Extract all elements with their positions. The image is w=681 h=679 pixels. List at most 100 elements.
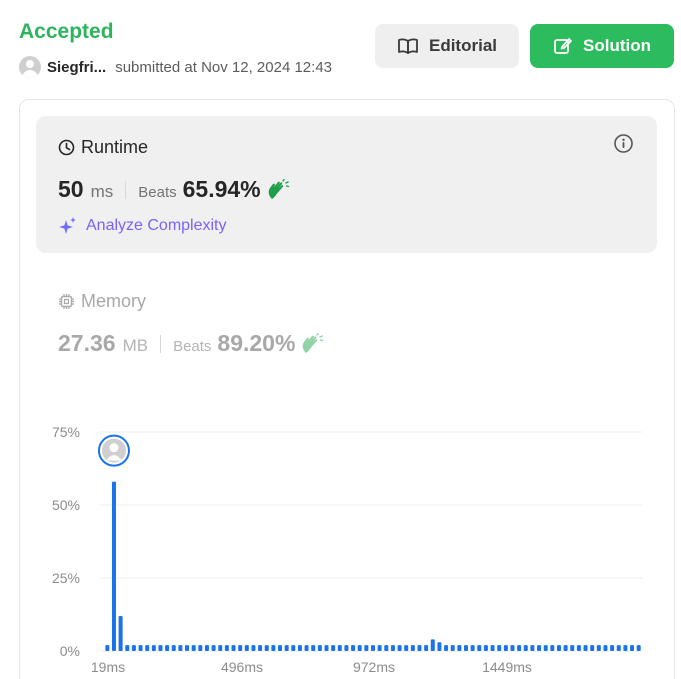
chart-bar[interactable] (384, 645, 389, 651)
info-icon[interactable] (613, 133, 634, 154)
chart-bar[interactable] (204, 645, 209, 651)
chart-bar[interactable] (556, 645, 561, 651)
runtime-distribution-chart[interactable]: 75% 50% 25% 0% 19ms 496ms 972ms 1449ms (0, 400, 681, 679)
book-icon (398, 38, 418, 54)
chart-bar[interactable] (377, 645, 382, 651)
submitted-time: submitted at Nov 12, 2024 12:43 (115, 58, 332, 76)
chart-bar[interactable] (503, 645, 508, 651)
chart-bar[interactable] (271, 645, 276, 651)
chart-bar[interactable] (317, 645, 322, 651)
chart-bar[interactable] (490, 645, 495, 651)
chart-bar[interactable] (404, 645, 409, 651)
chart-bar[interactable] (171, 645, 176, 651)
chart-bar[interactable] (105, 645, 110, 651)
analyze-complexity-link[interactable]: Analyze Complexity (58, 216, 227, 236)
chart-bar[interactable] (131, 645, 136, 651)
your-submission-avatar[interactable] (97, 434, 130, 467)
chart-bar[interactable] (244, 645, 249, 651)
chart-bar[interactable] (636, 645, 641, 651)
chart-bar[interactable] (583, 645, 588, 651)
chart-bar[interactable] (630, 645, 635, 651)
chart-bar[interactable] (616, 645, 621, 651)
chart-bar[interactable] (211, 645, 216, 651)
memory-label: Memory (81, 291, 147, 311)
user-avatar[interactable] (19, 56, 41, 78)
chart-bar[interactable] (191, 645, 196, 651)
chart-bar[interactable] (550, 645, 555, 651)
chart-bar[interactable] (118, 615, 123, 651)
chart-bar[interactable] (610, 645, 615, 651)
chart-bar[interactable] (570, 645, 575, 651)
chart-bar[interactable] (410, 645, 415, 651)
chart-bar[interactable] (371, 645, 375, 651)
chart-bar[interactable] (537, 645, 542, 651)
chart-bar[interactable] (523, 645, 528, 651)
chart-bar[interactable] (111, 481, 116, 651)
chart-bar[interactable] (437, 642, 442, 651)
chart-bar[interactable] (424, 645, 429, 651)
chart-bar[interactable] (590, 645, 595, 651)
chart-bar[interactable] (198, 645, 203, 651)
username-link[interactable]: Siegfri... (47, 59, 106, 76)
chart-bar[interactable] (623, 645, 628, 651)
chart-bar[interactable] (151, 645, 156, 651)
chart-bar[interactable] (450, 645, 455, 651)
chart-bar[interactable] (603, 645, 608, 651)
chart-bar[interactable] (231, 645, 236, 651)
chart-bar[interactable] (497, 645, 502, 651)
solution-button[interactable]: Solution (530, 24, 674, 68)
chart-bar[interactable] (430, 639, 435, 651)
chart-bar[interactable] (444, 645, 449, 651)
chart-bar[interactable] (251, 645, 256, 651)
chart-bar[interactable] (224, 645, 229, 651)
chart-bar[interactable] (357, 645, 362, 651)
chart-bar[interactable] (264, 645, 269, 651)
chart-bar[interactable] (397, 645, 402, 651)
memory-beats-percent: 89.20% (217, 330, 296, 356)
chart-bar[interactable] (324, 645, 329, 651)
chart-bar[interactable] (258, 645, 263, 651)
chart-bar[interactable] (185, 645, 190, 651)
chart-bar[interactable] (138, 645, 143, 651)
chart-bar[interactable] (364, 645, 369, 651)
memory-header[interactable]: Memory (58, 291, 146, 312)
chart-bar[interactable] (311, 645, 316, 651)
chart-bar[interactable] (284, 645, 289, 651)
runtime-beats-percent: 65.94% (182, 176, 261, 202)
chart-bar[interactable] (158, 645, 163, 651)
chart-bar[interactable] (218, 645, 223, 651)
chart-bar[interactable] (297, 645, 302, 651)
chart-bar[interactable] (470, 645, 475, 651)
editorial-button[interactable]: Editorial (375, 24, 519, 68)
chart-bar[interactable] (304, 645, 309, 651)
divider (160, 334, 162, 353)
clock-icon (58, 139, 75, 156)
chart-bar[interactable] (417, 645, 422, 651)
chart-bar[interactable] (463, 645, 468, 651)
runtime-beats-label: Beats (138, 184, 177, 201)
chart-bar[interactable] (145, 645, 150, 651)
chart-bar[interactable] (517, 645, 522, 651)
chart-bar[interactable] (337, 645, 342, 651)
chart-bar[interactable] (351, 645, 356, 651)
chart-bar[interactable] (576, 645, 581, 651)
chart-bar[interactable] (563, 645, 568, 651)
chart-bar[interactable] (278, 645, 283, 651)
chart-bar[interactable] (477, 645, 482, 651)
chart-bar[interactable] (543, 645, 548, 651)
chart-bar[interactable] (125, 645, 130, 651)
chart-bar[interactable] (483, 645, 488, 651)
chart-bar[interactable] (596, 645, 601, 651)
chart-bar[interactable] (390, 645, 395, 651)
chart-bar[interactable] (510, 645, 515, 651)
chart-bar[interactable] (238, 645, 243, 651)
chart-bar[interactable] (530, 645, 535, 651)
chart-bar[interactable] (291, 645, 296, 651)
chart-bar[interactable] (178, 645, 183, 651)
chart-bar[interactable] (457, 645, 462, 651)
chart-bar[interactable] (344, 645, 349, 651)
chart-bar[interactable] (331, 645, 336, 651)
y-tick-label: 50% (52, 497, 80, 513)
chart-bar[interactable] (165, 645, 170, 651)
clap-icon (268, 178, 289, 199)
